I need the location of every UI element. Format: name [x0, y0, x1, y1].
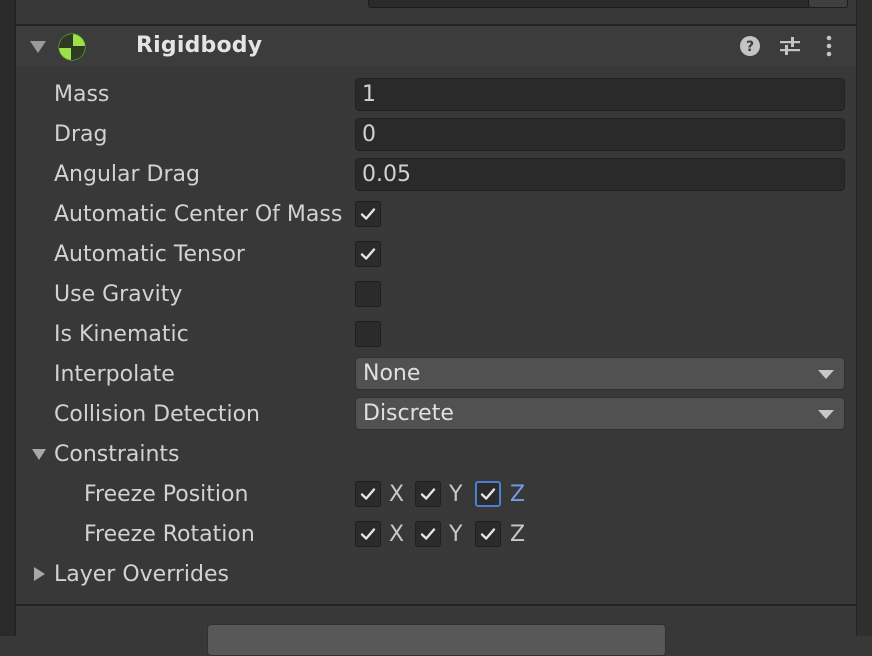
freeze-position-y-label: Y	[449, 482, 463, 507]
freeze-position-label: Freeze Position	[84, 482, 249, 507]
automatic-center-of-mass-checkbox[interactable]	[355, 201, 381, 227]
automatic-tensor-checkbox[interactable]	[355, 241, 381, 267]
freeze-rotation-y-checkbox[interactable]	[415, 521, 441, 547]
checkmark-icon	[420, 488, 436, 500]
component-foldout-icon[interactable]	[30, 41, 46, 53]
freeze-position-z-checkbox[interactable]	[475, 481, 501, 507]
previous-component-picker-button[interactable]	[808, 0, 848, 8]
collision-detection-label: Collision Detection	[54, 402, 261, 427]
previous-component-field[interactable]	[368, 0, 848, 8]
angular-drag-label: Angular Drag	[54, 162, 200, 187]
drag-label: Drag	[54, 122, 108, 147]
checkmark-icon	[360, 528, 376, 540]
more-icon[interactable]	[824, 34, 834, 58]
freeze-rotation-x-label: X	[389, 522, 405, 547]
constraints-label[interactable]: Constraints	[54, 442, 180, 467]
automatic-tensor-label: Automatic Tensor	[54, 242, 245, 267]
use-gravity-checkbox[interactable]	[355, 281, 381, 307]
preset-icon[interactable]	[778, 34, 802, 58]
layer-overrides-foldout-icon[interactable]	[34, 567, 45, 581]
freeze-rotation-z-label: Z	[510, 522, 526, 547]
left-panel-edge	[0, 0, 14, 636]
automatic-center-of-mass-label: Automatic Center Of Mass	[54, 202, 343, 227]
checkmark-icon	[360, 208, 376, 220]
angular-drag-field[interactable]: 0.05	[355, 158, 845, 191]
freeze-rotation-x-checkbox[interactable]	[355, 521, 381, 547]
freeze-rotation-y-label: Y	[449, 522, 463, 547]
svg-text:?: ?	[746, 39, 754, 55]
interpolate-value: None	[363, 361, 421, 386]
component-title: Rigidbody	[136, 33, 263, 58]
is-kinematic-checkbox[interactable]	[355, 321, 381, 347]
freeze-position-x-checkbox[interactable]	[355, 481, 381, 507]
rigidbody-icon	[58, 33, 86, 61]
add-component-button[interactable]	[207, 624, 666, 656]
mass-label: Mass	[54, 82, 110, 107]
layer-overrides-label[interactable]: Layer Overrides	[54, 562, 229, 587]
mass-field[interactable]: 1	[355, 78, 845, 111]
drag-field[interactable]: 0	[355, 118, 845, 151]
use-gravity-label: Use Gravity	[54, 282, 183, 307]
collision-detection-value: Discrete	[363, 401, 454, 426]
checkmark-icon	[480, 488, 496, 500]
freeze-rotation-label: Freeze Rotation	[84, 522, 255, 547]
interpolate-label: Interpolate	[54, 362, 175, 387]
scrollbar-track[interactable]	[856, 0, 872, 636]
checkmark-icon	[480, 528, 496, 540]
is-kinematic-label: Is Kinematic	[54, 322, 189, 347]
dropdown-arrow-icon	[818, 370, 834, 379]
freeze-position-z-label: Z	[510, 482, 526, 507]
freeze-position-y-checkbox[interactable]	[415, 481, 441, 507]
help-icon[interactable]: ?	[739, 35, 761, 57]
component-separator	[16, 604, 856, 606]
collision-detection-dropdown[interactable]: Discrete	[355, 397, 845, 430]
checkmark-icon	[420, 528, 436, 540]
freeze-rotation-z-checkbox[interactable]	[475, 521, 501, 547]
freeze-position-x-label: X	[389, 482, 405, 507]
left-panel-divider	[14, 0, 16, 636]
interpolate-dropdown[interactable]: None	[355, 357, 845, 390]
checkmark-icon	[360, 248, 376, 260]
checkmark-icon	[360, 488, 376, 500]
dropdown-arrow-icon	[818, 410, 834, 419]
constraints-foldout-icon[interactable]	[32, 449, 46, 460]
